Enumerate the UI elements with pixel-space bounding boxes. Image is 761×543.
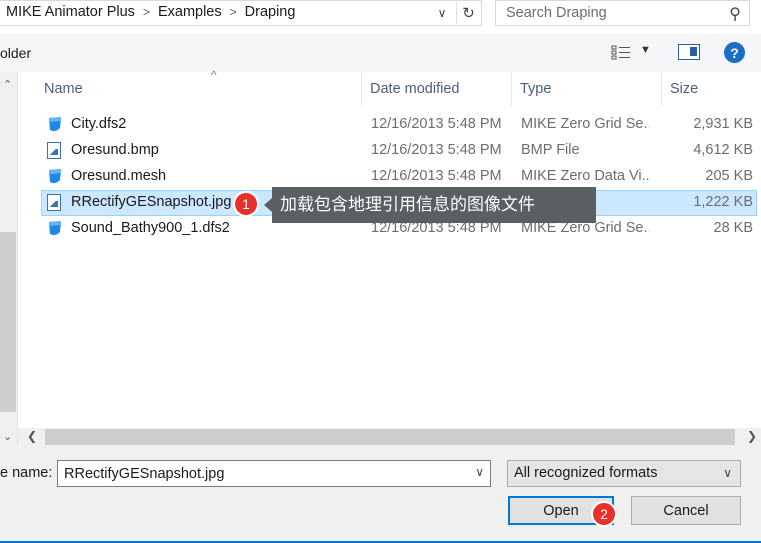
chevron-down-icon[interactable]: ∨ [432,2,452,24]
column-header-name[interactable]: Name ^ [36,68,362,106]
file-row-oresund-bmp[interactable]: Oresund.bmp 12/16/2013 5:48 PM BMP File … [36,138,761,164]
file-name: City.dfs2 [71,116,127,132]
column-header-type[interactable]: Type [512,72,662,106]
file-type: MIKE Zero Data Vi... [521,168,649,184]
breadcrumb-item-examples[interactable]: Examples [158,4,222,20]
scroll-left-icon[interactable]: ❮ [27,429,37,443]
preview-pane-icon[interactable] [678,44,700,60]
file-size: 28 KB [713,220,754,236]
file-row-city[interactable]: City.dfs2 12/16/2013 5:48 PM MIKE Zero G… [36,112,761,138]
details-view-icon[interactable] [611,44,631,60]
column-header-name-label: Name [44,81,83,97]
file-date: 12/16/2013 5:48 PM [371,116,502,132]
refresh-icon[interactable]: ↻ [456,2,480,24]
search-input[interactable] [496,1,716,25]
file-size: 205 KB [705,168,753,184]
scroll-up-icon[interactable]: ⌃ [3,78,12,91]
file-name-combobox[interactable]: ∨ [57,460,491,487]
address-bar[interactable]: MIKE Animator Plus > Examples > Draping … [0,0,482,26]
file-type: MIKE Zero Grid Se... [521,116,649,132]
file-date: 12/16/2013 5:48 PM [371,168,502,184]
file-name-label: e name: [0,465,53,481]
breadcrumb: MIKE Animator Plus > Examples > Draping [6,4,295,20]
scroll-right-icon[interactable]: ❯ [747,429,757,443]
file-type-select[interactable]: All recognized formats ∨ [507,460,741,487]
image-file-icon [47,142,63,159]
file-name: Oresund.mesh [71,168,167,184]
toolbar: older ▼ ? [0,34,761,72]
scroll-down-icon[interactable]: ⌄ [3,430,12,443]
search-box[interactable]: ⚲ [495,0,750,26]
search-icon[interactable]: ⚲ [729,4,741,24]
navigation-scrollbar-thumb[interactable] [0,232,16,412]
file-name: RRectifyGESnapshot.jpg [71,194,232,210]
horizontal-scrollbar-thumb[interactable] [45,429,735,445]
annotation-callout: 加载包含地理引用信息的图像文件 [264,187,596,223]
step-badge-1: 1 [233,191,259,217]
step-badge-2: 2 [591,501,617,527]
breadcrumb-item-mike-animator-plus[interactable]: MIKE Animator Plus [6,4,135,20]
dialog-footer: e name: ∨ All recognized formats ∨ Open … [0,446,761,543]
file-size: 4,612 KB [693,142,753,158]
help-icon[interactable]: ? [724,42,745,63]
mike-file-icon [47,220,63,237]
column-headers: Name ^ Date modified Type Size [18,68,761,108]
navigation-pane: ⌃ ⌄ [0,72,18,447]
mike-file-icon [47,116,63,133]
file-type-value: All recognized formats [514,465,658,481]
breadcrumb-item-draping[interactable]: Draping [245,4,296,20]
file-name: Oresund.bmp [71,142,159,158]
column-header-size[interactable]: Size [662,72,761,106]
breadcrumb-separator[interactable]: > [230,5,237,19]
file-date: 12/16/2013 5:48 PM [371,142,502,158]
horizontal-scrollbar[interactable]: ❮ ❯ [18,428,761,446]
mike-file-icon [47,168,63,185]
file-name: Sound_Bathy900_1.dfs2 [71,220,230,236]
file-name-input[interactable] [58,461,458,486]
view-options-dropdown-icon[interactable]: ▼ [640,44,651,56]
new-folder-button[interactable]: older [0,45,31,61]
breadcrumb-separator[interactable]: > [143,5,150,19]
chevron-down-icon[interactable]: ∨ [475,465,484,479]
cancel-button[interactable]: Cancel [631,496,741,525]
file-size: 2,931 KB [693,116,753,132]
sort-ascending-icon: ^ [211,68,217,82]
image-file-icon [47,194,63,211]
column-header-date[interactable]: Date modified [362,72,512,106]
file-type: BMP File [521,142,580,158]
file-size: 1,222 KB [693,194,753,210]
chevron-down-icon[interactable]: ∨ [723,466,732,480]
